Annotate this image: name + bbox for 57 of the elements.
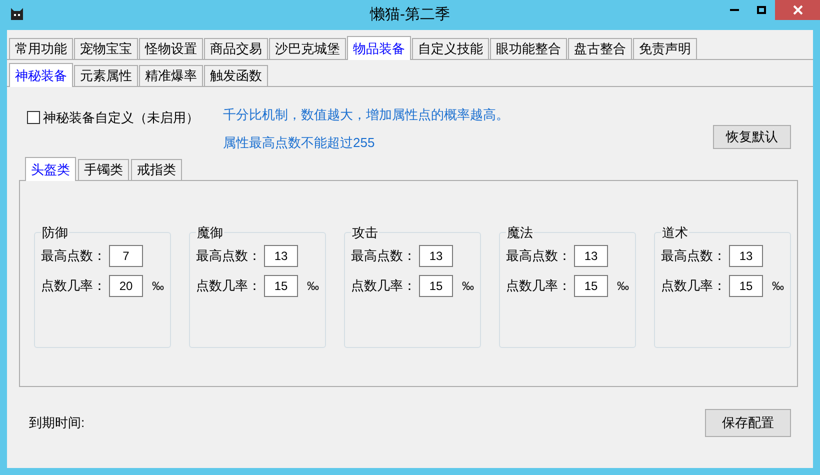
window-title: 懒猫-第二季 (370, 4, 450, 25)
unit-label: ‰ (307, 278, 319, 294)
unit-label: ‰ (462, 278, 474, 294)
tab[interactable]: 常用功能 (9, 38, 73, 59)
tab[interactable]: 手镯类 (78, 159, 129, 180)
group-title: 防御 (41, 224, 69, 242)
tab[interactable]: 元素属性 (74, 65, 138, 86)
tab[interactable]: 怪物设置 (139, 38, 203, 59)
rate-field[interactable]: 15 (419, 274, 453, 296)
tab[interactable]: 自定义技能 (412, 38, 489, 59)
rate-field[interactable]: 15 (574, 274, 608, 296)
unit-label: ‰ (152, 278, 164, 294)
field-label: 点数几率： (196, 276, 261, 295)
group-title: 攻击 (351, 224, 379, 242)
rate-field[interactable]: 15 (729, 274, 763, 296)
field-label: 最高点数： (661, 246, 726, 265)
tab[interactable]: 眼功能整合 (490, 38, 567, 59)
max-points-field[interactable]: 7 (109, 244, 143, 266)
group-title: 魔法 (506, 224, 534, 242)
custom-checkbox[interactable]: 神秘装备自定义（未启用） (27, 108, 199, 128)
unit-label: ‰ (772, 278, 784, 294)
cat-icon (10, 7, 24, 21)
note-text: 属性最高点数不能超过255 (223, 134, 376, 152)
tab[interactable]: 免责声明 (633, 38, 697, 59)
expiry-label: 到期时间: (29, 414, 85, 432)
tab[interactable]: 沙巴克城堡 (269, 38, 346, 59)
tab[interactable]: 触发函数 (204, 65, 268, 86)
max-points-field[interactable]: 13 (264, 244, 298, 266)
field-label: 点数几率： (661, 276, 726, 295)
tab[interactable]: 盘古整合 (568, 38, 632, 59)
tab[interactable]: 戒指类 (131, 159, 182, 180)
field-label: 点数几率： (351, 276, 416, 295)
field-label: 点数几率： (41, 276, 106, 295)
field-label: 点数几率： (506, 276, 571, 295)
max-points-field[interactable]: 13 (574, 244, 608, 266)
close-button[interactable] (775, 0, 820, 20)
group-title: 魔御 (196, 224, 224, 242)
tab[interactable]: 精准爆率 (139, 65, 203, 86)
reset-button[interactable]: 恢复默认 (713, 125, 791, 149)
close-icon (792, 5, 802, 15)
max-points-field[interactable]: 13 (419, 244, 453, 266)
save-button[interactable]: 保存配置 (705, 409, 791, 437)
field-label: 最高点数： (351, 246, 416, 265)
tab[interactable]: 宠物宝宝 (74, 38, 138, 59)
tab[interactable]: 头盔类 (25, 157, 76, 181)
max-points-field[interactable]: 13 (729, 244, 763, 266)
rate-field[interactable]: 15 (264, 274, 298, 296)
unit-label: ‰ (617, 278, 629, 294)
tab[interactable]: 神秘装备 (9, 63, 73, 87)
field-label: 最高点数： (506, 246, 571, 265)
note-text: 千分比机制，数值越大，增加属性点的概率越高。 (223, 106, 509, 124)
tab[interactable]: 商品交易 (204, 38, 268, 59)
group-title: 道术 (661, 224, 689, 242)
field-label: 最高点数： (196, 246, 261, 265)
tab[interactable]: 物品装备 (347, 36, 411, 60)
rate-field[interactable]: 20 (109, 274, 143, 296)
field-label: 最高点数： (41, 246, 106, 265)
